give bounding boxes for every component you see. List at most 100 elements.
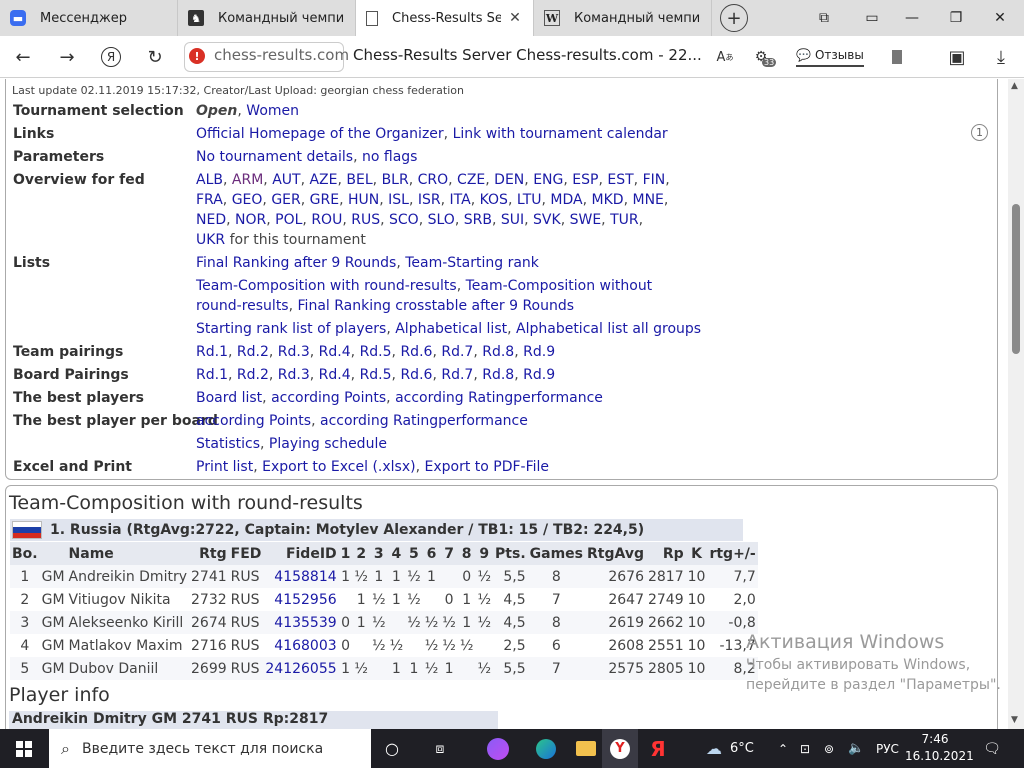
fide-id[interactable]: 24126055 bbox=[265, 661, 336, 677]
board-list-link[interactable]: Board list bbox=[196, 390, 262, 406]
fed-link-eng[interactable]: ENG bbox=[533, 172, 563, 188]
download-icon[interactable]: ⤓ bbox=[988, 44, 1014, 70]
team-pairing-round-9[interactable]: Rd.9 bbox=[523, 344, 555, 360]
fide-id[interactable]: 4158814 bbox=[274, 569, 336, 585]
fed-link-arm[interactable]: ARM bbox=[232, 172, 263, 188]
player-info-bar[interactable]: Andreikin Dmitry GM 2741 RUS Rp:2817 bbox=[9, 711, 498, 729]
fed-link-mkd[interactable]: MKD bbox=[592, 192, 624, 208]
statistics-link[interactable]: Statistics bbox=[196, 436, 260, 452]
final-ranking-link[interactable]: Final Ranking after 9 Rounds bbox=[196, 255, 396, 271]
alphabetical-list-link[interactable]: Alphabetical list bbox=[395, 321, 507, 337]
protect-icon[interactable]: ⚙ 33 bbox=[748, 44, 777, 70]
fed-link-ukr[interactable]: UKR bbox=[196, 232, 225, 248]
fed-link-srb[interactable]: SRB bbox=[464, 212, 492, 228]
team-pairing-round-1[interactable]: Rd.1 bbox=[196, 344, 228, 360]
vertical-scrollbar[interactable]: ▲ ▼ bbox=[1008, 79, 1024, 729]
fed-link-mne[interactable]: MNE bbox=[632, 192, 663, 208]
fed-link-ger[interactable]: GER bbox=[271, 192, 300, 208]
collections-icon[interactable]: ⧉ bbox=[802, 0, 846, 36]
notifications-icon[interactable]: 🗨 bbox=[982, 729, 1002, 768]
no-details-link[interactable]: No tournament details bbox=[196, 149, 353, 165]
fed-link-sco[interactable]: SCO bbox=[389, 212, 419, 228]
scroll-up-arrow-icon[interactable]: ▲ bbox=[1011, 81, 1018, 91]
according-points-link[interactable]: according Points bbox=[271, 390, 386, 406]
wifi-icon[interactable]: ⊚ bbox=[824, 729, 834, 768]
task-view-icon[interactable]: ⧈ bbox=[420, 729, 460, 768]
downloads-tab-icon[interactable]: ▭ bbox=[850, 0, 894, 36]
url-domain[interactable]: chess-results.com bbox=[214, 46, 349, 64]
fed-link-tur[interactable]: TUR bbox=[610, 212, 639, 228]
starting-rank-players-link[interactable]: Starting rank list of players bbox=[196, 321, 386, 337]
fed-link-cze[interactable]: CZE bbox=[457, 172, 485, 188]
yandex-browser-icon[interactable]: Y bbox=[602, 729, 638, 768]
fed-link-fra[interactable]: FRA bbox=[196, 192, 223, 208]
team-pairing-round-8[interactable]: Rd.8 bbox=[482, 344, 514, 360]
minimize-button[interactable]: — bbox=[890, 0, 934, 36]
file-explorer-icon[interactable] bbox=[566, 729, 606, 768]
alice-icon[interactable] bbox=[478, 729, 518, 768]
fide-id-link[interactable]: 4158814 bbox=[263, 565, 339, 588]
composition-with-results-link[interactable]: Team-Composition with round-results bbox=[196, 278, 457, 294]
team-starting-rank-link[interactable]: Team-Starting rank bbox=[405, 255, 539, 271]
fed-link-geo[interactable]: GEO bbox=[232, 192, 263, 208]
warning-icon[interactable]: ! bbox=[189, 48, 205, 64]
fed-link-pol[interactable]: POL bbox=[275, 212, 302, 228]
fed-link-cro[interactable]: CRO bbox=[418, 172, 449, 188]
per-board-points-link[interactable]: according Points bbox=[196, 413, 311, 429]
according-ratingperformance-link[interactable]: according Ratingperformance bbox=[395, 390, 603, 406]
fide-id[interactable]: 4168003 bbox=[274, 638, 336, 654]
fed-link-gre[interactable]: GRE bbox=[310, 192, 339, 208]
fed-link-mda[interactable]: MDA bbox=[550, 192, 582, 208]
team-pairing-round-7[interactable]: Rd.7 bbox=[441, 344, 473, 360]
tab-messenger[interactable]: ▬ Мессенджер bbox=[0, 0, 178, 36]
fed-link-slo[interactable]: SLO bbox=[428, 212, 455, 228]
fide-id[interactable]: 4152956 bbox=[274, 592, 336, 608]
fide-id-link[interactable]: 4152956 bbox=[263, 588, 339, 611]
language-indicator[interactable]: РУС bbox=[876, 729, 899, 768]
crosstable-link[interactable]: Final Ranking crosstable after 9 Rounds bbox=[298, 298, 575, 314]
yandex-app-icon[interactable]: Я bbox=[640, 729, 676, 768]
fed-link-rus[interactable]: RUS bbox=[351, 212, 380, 228]
fide-id-link[interactable]: 4135539 bbox=[263, 611, 339, 634]
fed-link-isl[interactable]: ISL bbox=[388, 192, 409, 208]
fide-id-link[interactable]: 4168003 bbox=[263, 634, 339, 657]
reviews-button[interactable]: 💬 Отзывы bbox=[796, 45, 864, 67]
board-pairing-round-6[interactable]: Rd.6 bbox=[400, 367, 432, 383]
fed-link-svk[interactable]: SVK bbox=[533, 212, 561, 228]
fed-link-isr[interactable]: ISR bbox=[418, 192, 441, 208]
scroll-thumb[interactable] bbox=[1012, 204, 1020, 354]
cortana-icon[interactable]: ○ bbox=[372, 729, 412, 768]
team-pairing-round-4[interactable]: Rd.4 bbox=[319, 344, 351, 360]
board-pairing-round-3[interactable]: Rd.3 bbox=[278, 367, 310, 383]
export-pdf-link[interactable]: Export to PDF-File bbox=[424, 459, 549, 475]
tab-team-championship[interactable]: ♞ Командный чемпиона bbox=[178, 0, 356, 36]
fed-link-kos[interactable]: KOS bbox=[480, 192, 508, 208]
fed-link-est[interactable]: EST bbox=[607, 172, 633, 188]
board-pairing-round-1[interactable]: Rd.1 bbox=[196, 367, 228, 383]
forward-button[interactable]: → bbox=[54, 44, 80, 70]
board-pairing-round-4[interactable]: Rd.4 bbox=[319, 367, 351, 383]
playing-schedule-link[interactable]: Playing schedule bbox=[269, 436, 387, 452]
board-pairing-round-5[interactable]: Rd.5 bbox=[360, 367, 392, 383]
scroll-down-arrow-icon[interactable]: ▼ bbox=[1011, 715, 1018, 725]
show-hidden-icons[interactable]: ⌃ bbox=[778, 729, 788, 768]
collections-toolbar-icon[interactable]: ▣ bbox=[944, 44, 970, 70]
weather-widget[interactable]: ☁ 6°C bbox=[706, 729, 754, 768]
info-icon[interactable]: 1 bbox=[971, 124, 988, 141]
women-link[interactable]: Women bbox=[246, 103, 299, 119]
fed-link-den[interactable]: DEN bbox=[494, 172, 524, 188]
bookmark-icon[interactable] bbox=[884, 44, 910, 70]
new-tab-button[interactable]: + bbox=[720, 4, 748, 32]
fed-link-blr[interactable]: BLR bbox=[382, 172, 409, 188]
close-icon[interactable]: ✕ bbox=[507, 10, 523, 26]
team-pairing-round-6[interactable]: Rd.6 bbox=[400, 344, 432, 360]
clock[interactable]: 7:46 16.10.2021 bbox=[905, 731, 974, 765]
fide-id[interactable]: 4135539 bbox=[274, 615, 336, 631]
restore-button[interactable]: ❐ bbox=[934, 0, 978, 36]
fed-link-nor[interactable]: NOR bbox=[235, 212, 266, 228]
alphabetical-all-groups-link[interactable]: Alphabetical list all groups bbox=[516, 321, 701, 337]
fed-link-ned[interactable]: NED bbox=[196, 212, 226, 228]
export-excel-link[interactable]: Export to Excel (.xlsx) bbox=[262, 459, 415, 475]
fed-link-swe[interactable]: SWE bbox=[570, 212, 602, 228]
team-pairing-round-5[interactable]: Rd.5 bbox=[360, 344, 392, 360]
